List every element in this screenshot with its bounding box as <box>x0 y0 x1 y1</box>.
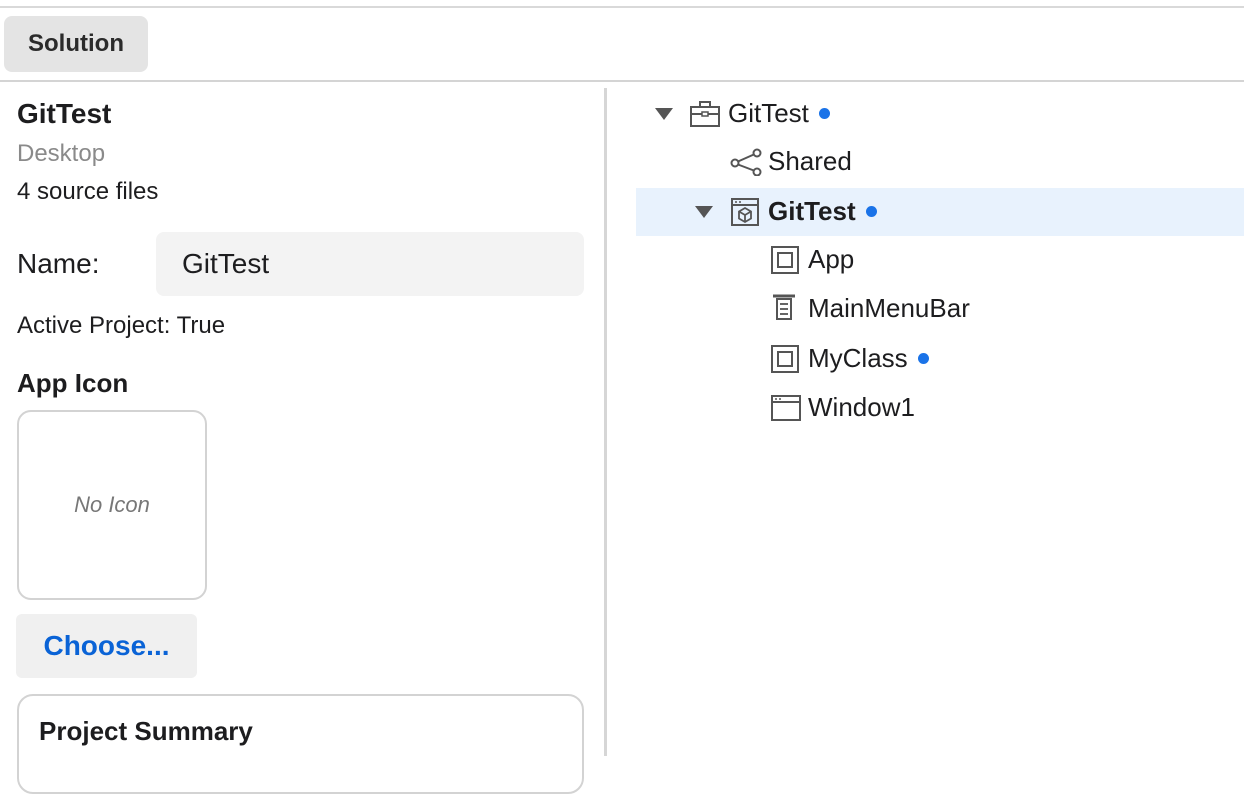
choose-icon-button[interactable]: Choose... <box>16 614 197 678</box>
tree-item-text: MyClass <box>808 343 908 373</box>
briefcase-icon <box>690 101 720 127</box>
tree-item-window1[interactable]: Window1 <box>607 384 1244 432</box>
tree-item-label: App <box>808 244 855 274</box>
toolbar: Solution <box>0 8 1244 82</box>
tree-item-label: Shared <box>768 146 852 176</box>
tree-item-project-gittest[interactable]: GitTest <box>636 188 1244 236</box>
tree-item-label: GitTest <box>728 98 830 129</box>
solution-navigator: GitTest Shared GitTest App MainMenuBar M… <box>607 82 1244 756</box>
inspector-panel: GitTest Desktop 4 source files Name: Act… <box>0 82 604 794</box>
modified-dot-icon <box>865 205 877 217</box>
class-icon <box>771 345 799 373</box>
project-title: GitTest <box>17 98 112 129</box>
tree-item-shared[interactable]: Shared <box>607 138 1244 186</box>
modified-dot-icon <box>818 107 830 119</box>
disclosure-triangle-icon[interactable] <box>655 108 673 120</box>
disclosure-triangle-icon[interactable] <box>695 206 713 218</box>
active-project-status: Active Project: True <box>17 312 226 339</box>
window-top-edge <box>0 0 1244 8</box>
no-icon-placeholder: No Icon <box>74 492 150 517</box>
tree-item-label: Window1 <box>808 392 915 422</box>
source-file-count: 4 source files <box>17 178 159 205</box>
project-summary-title: Project Summary <box>39 716 253 746</box>
tree-item-text: GitTest <box>768 196 856 226</box>
tree-item-myclass[interactable]: MyClass <box>607 335 1244 383</box>
menubar-icon <box>773 294 795 320</box>
name-label: Name: <box>17 248 100 279</box>
project-name-input[interactable] <box>156 232 584 296</box>
tree-item-label: MyClass <box>808 343 929 374</box>
share-icon <box>730 148 762 176</box>
app-icon-heading: App Icon <box>17 368 129 398</box>
app-icon-well[interactable]: No Icon <box>17 410 207 600</box>
tree-item-mainmenubar[interactable]: MainMenuBar <box>607 285 1244 333</box>
class-icon <box>771 246 799 274</box>
project-cube-icon <box>731 198 759 226</box>
tree-item-solution-gittest[interactable]: GitTest <box>607 90 1244 138</box>
modified-dot-icon <box>917 352 929 364</box>
project-summary-box: Project Summary <box>17 694 584 794</box>
tree-item-label: GitTest <box>768 196 877 227</box>
window-icon <box>771 395 801 421</box>
project-type: Desktop <box>17 140 106 167</box>
tab-solution[interactable]: Solution <box>4 16 148 72</box>
tree-item-text: GitTest <box>728 98 809 128</box>
tree-item-app[interactable]: App <box>607 236 1244 284</box>
tree-item-label: MainMenuBar <box>808 293 970 323</box>
